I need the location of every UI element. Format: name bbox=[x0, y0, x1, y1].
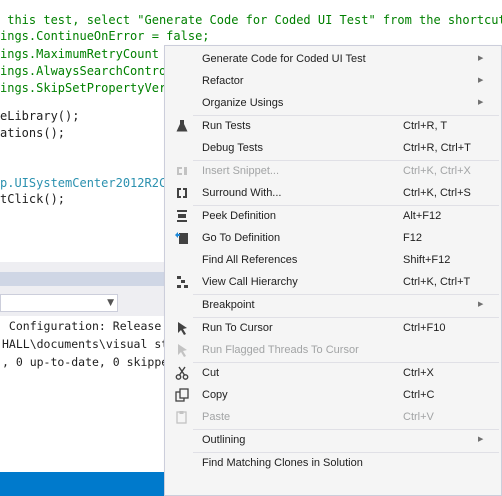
menu-item-shortcut: Ctrl+K, Ctrl+S bbox=[403, 187, 471, 199]
go-to-definition-icon bbox=[175, 231, 189, 245]
find-all-references-item[interactable]: Find All References Shift+F12 bbox=[165, 249, 501, 271]
generate-code-item[interactable]: Generate Code for Coded UI Test ▶ bbox=[165, 48, 501, 70]
call-hierarchy-icon bbox=[175, 275, 189, 289]
debug-tests-item[interactable]: Debug Tests Ctrl+R, Ctrl+T bbox=[165, 137, 501, 159]
output-source-dropdown[interactable]: ▼ bbox=[0, 294, 118, 312]
submenu-arrow-icon: ▶ bbox=[478, 55, 484, 62]
flask-icon bbox=[175, 119, 189, 133]
menu-item-shortcut: Alt+F12 bbox=[403, 210, 442, 222]
code-line: eLibrary(); bbox=[0, 109, 80, 123]
insert-snippet-item: Insert Snippet... Ctrl+K, Ctrl+X bbox=[165, 160, 501, 182]
submenu-arrow-icon: ▶ bbox=[478, 99, 484, 106]
menu-item-shortcut: Ctrl+V bbox=[403, 411, 434, 423]
menu-item-label: Breakpoint bbox=[202, 299, 255, 311]
menu-item-label: Find Matching Clones in Solution bbox=[202, 457, 363, 469]
menu-item-shortcut: F12 bbox=[403, 232, 422, 244]
paste-icon bbox=[175, 410, 189, 424]
surround-with-item[interactable]: Surround With... Ctrl+K, Ctrl+S bbox=[165, 182, 501, 204]
code-line: ings.ContinueOnError = false; bbox=[0, 29, 210, 43]
menu-item-label: Outlining bbox=[202, 434, 246, 446]
find-matching-clones-item[interactable]: Find Matching Clones in Solution bbox=[165, 452, 501, 474]
menu-item-shortcut: Ctrl+C bbox=[403, 389, 435, 401]
refactor-item[interactable]: Refactor ▶ bbox=[165, 70, 501, 92]
run-flagged-threads-icon bbox=[175, 343, 189, 357]
go-to-definition-item[interactable]: Go To Definition F12 bbox=[165, 227, 501, 249]
menu-item-shortcut: Shift+F12 bbox=[403, 254, 451, 266]
menu-item-label: Run Tests bbox=[202, 120, 251, 132]
output-line: HALL\documents\visual st bbox=[2, 337, 169, 351]
submenu-arrow-icon: ▶ bbox=[478, 77, 484, 84]
scissors-icon bbox=[175, 366, 189, 380]
menu-item-shortcut: Ctrl+R, Ctrl+T bbox=[403, 142, 471, 154]
chevron-down-icon: ▼ bbox=[107, 298, 114, 308]
menu-item-label: Debug Tests bbox=[202, 142, 263, 154]
breakpoint-item[interactable]: Breakpoint ▶ bbox=[165, 294, 501, 316]
peek-definition-icon bbox=[175, 209, 189, 223]
menu-item-label: Go To Definition bbox=[202, 232, 281, 244]
menu-item-shortcut: Ctrl+K, Ctrl+T bbox=[403, 276, 471, 288]
copy-item[interactable]: Copy Ctrl+C bbox=[165, 384, 501, 406]
menu-item-label: Find All References bbox=[202, 254, 298, 266]
menu-item-label: Peek Definition bbox=[202, 210, 276, 222]
submenu-arrow-icon: ▶ bbox=[478, 436, 484, 443]
organize-usings-item[interactable]: Organize Usings ▶ bbox=[165, 92, 501, 114]
menu-item-label: Refactor bbox=[202, 75, 244, 87]
output-line: , 0 up-to-date, 0 skippe bbox=[2, 355, 169, 369]
code-line: ings.SkipSetPropertyVeri bbox=[0, 81, 174, 95]
run-tests-item[interactable]: Run Tests Ctrl+R, T bbox=[165, 115, 501, 137]
copy-icon bbox=[175, 388, 189, 402]
code-line: ations(); bbox=[0, 126, 66, 140]
menu-item-shortcut: Ctrl+X bbox=[403, 367, 434, 379]
code-line: tClick(); bbox=[0, 192, 66, 206]
paste-item: Paste Ctrl+V bbox=[165, 406, 501, 428]
menu-item-label: Organize Usings bbox=[202, 97, 284, 109]
menu-item-label: Generate Code for Coded UI Test bbox=[202, 53, 366, 65]
menu-item-label: Copy bbox=[202, 389, 228, 401]
menu-item-label: Paste bbox=[202, 411, 231, 423]
menu-item-shortcut: Ctrl+K, Ctrl+X bbox=[403, 165, 471, 177]
snippet-icon bbox=[175, 164, 189, 178]
run-to-cursor-icon bbox=[175, 321, 189, 335]
menu-item-label: Insert Snippet... bbox=[202, 165, 280, 177]
menu-item-shortcut: Ctrl+F10 bbox=[403, 322, 446, 334]
output-line: Configuration: Release / bbox=[2, 319, 176, 333]
context-menu: Generate Code for Coded UI Test ▶ Refactor… bbox=[164, 45, 502, 496]
menu-item-label: View Call Hierarchy bbox=[202, 276, 298, 288]
cut-item[interactable]: Cut Ctrl+X bbox=[165, 362, 501, 384]
menu-item-label: Run To Cursor bbox=[202, 322, 273, 334]
outlining-item[interactable]: Outlining ▶ bbox=[165, 429, 501, 451]
run-flagged-threads-item: Run Flagged Threads To Cursor bbox=[165, 339, 501, 361]
submenu-arrow-icon: ▶ bbox=[478, 301, 484, 308]
menu-item-shortcut: Ctrl+R, T bbox=[403, 120, 448, 132]
code-line: ings.MaximumRetryCount = bbox=[0, 47, 181, 61]
view-call-hierarchy-item[interactable]: View Call Hierarchy Ctrl+K, Ctrl+T bbox=[165, 271, 501, 293]
menu-item-label: Cut bbox=[202, 367, 220, 379]
run-to-cursor-item[interactable]: Run To Cursor Ctrl+F10 bbox=[165, 317, 501, 339]
code-line: ings.AlwaysSearchControl bbox=[0, 64, 174, 78]
menu-item-label: Surround With... bbox=[202, 187, 282, 199]
peek-definition-item[interactable]: Peek Definition Alt+F12 bbox=[165, 205, 501, 227]
menu-item-label: Run Flagged Threads To Cursor bbox=[202, 344, 359, 356]
surround-icon bbox=[175, 186, 189, 200]
